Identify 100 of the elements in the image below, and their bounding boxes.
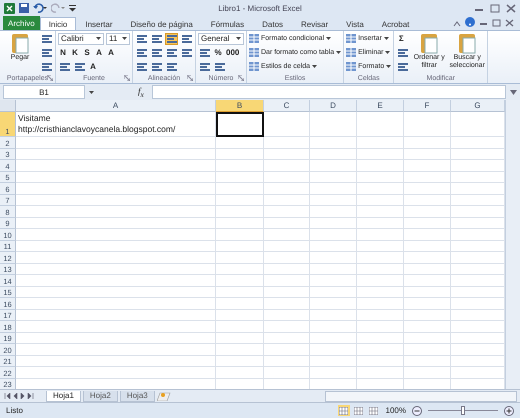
zoom-out-icon[interactable] bbox=[412, 406, 422, 416]
table-cell[interactable] bbox=[16, 332, 216, 344]
table-cell[interactable] bbox=[357, 310, 404, 321]
table-cell[interactable] bbox=[216, 286, 264, 298]
tool-button[interactable] bbox=[165, 32, 178, 44]
table-cell[interactable] bbox=[264, 206, 310, 218]
launcher-icon[interactable] bbox=[238, 75, 244, 81]
format-button[interactable]: 000 bbox=[225, 46, 240, 58]
table-cell[interactable] bbox=[404, 112, 451, 137]
table-cell[interactable] bbox=[451, 252, 505, 264]
active-cell[interactable] bbox=[216, 112, 264, 137]
table-cell[interactable] bbox=[16, 344, 216, 356]
table-cell[interactable] bbox=[16, 240, 216, 252]
launcher-icon[interactable] bbox=[187, 75, 193, 81]
view-button[interactable] bbox=[352, 405, 365, 416]
table-cell[interactable] bbox=[264, 286, 310, 298]
table-cell[interactable] bbox=[357, 183, 404, 194]
table-cell[interactable] bbox=[310, 240, 357, 252]
table-cell[interactable] bbox=[451, 264, 505, 275]
table-cell[interactable] bbox=[216, 194, 264, 206]
table-cell[interactable] bbox=[16, 252, 216, 264]
format-button[interactable]: A bbox=[106, 46, 116, 58]
table-cell[interactable] bbox=[216, 218, 264, 229]
table-cell[interactable] bbox=[16, 206, 216, 218]
ribbon-tab[interactable]: Acrobat bbox=[372, 17, 418, 30]
table-cell[interactable] bbox=[264, 240, 310, 252]
table-cell[interactable] bbox=[451, 298, 505, 310]
table-cell[interactable] bbox=[216, 356, 264, 367]
table-cell[interactable] bbox=[216, 229, 264, 240]
table-cell[interactable] bbox=[16, 367, 216, 378]
table-cell[interactable] bbox=[216, 206, 264, 218]
dropdown-field[interactable]: Calibri bbox=[58, 32, 104, 44]
table-cell[interactable] bbox=[16, 160, 216, 172]
table-cell[interactable] bbox=[16, 229, 216, 240]
table-cell[interactable] bbox=[451, 148, 505, 160]
table-cell[interactable] bbox=[404, 321, 451, 332]
table-cell[interactable] bbox=[357, 298, 404, 310]
table-cell[interactable] bbox=[357, 160, 404, 172]
table-cell[interactable] bbox=[216, 148, 264, 160]
customize-icon[interactable] bbox=[69, 4, 76, 12]
name-box[interactable]: B1 bbox=[3, 85, 85, 99]
dropdown-field[interactable]: General bbox=[198, 32, 244, 44]
table-cell[interactable] bbox=[310, 229, 357, 240]
tool-button[interactable] bbox=[40, 60, 53, 72]
table-cell[interactable] bbox=[357, 275, 404, 286]
table-cell[interactable] bbox=[16, 356, 216, 367]
tool-button[interactable] bbox=[165, 46, 178, 58]
table-cell[interactable] bbox=[404, 356, 451, 367]
table-cell[interactable] bbox=[451, 112, 505, 137]
table-cell[interactable] bbox=[357, 206, 404, 218]
table-cell[interactable] bbox=[264, 344, 310, 356]
table-cell[interactable] bbox=[357, 240, 404, 252]
launcher-icon[interactable] bbox=[124, 75, 130, 81]
table-cell[interactable] bbox=[357, 137, 404, 148]
table-cell[interactable] bbox=[310, 218, 357, 229]
table-cell[interactable] bbox=[216, 332, 264, 344]
table-cell[interactable] bbox=[264, 229, 310, 240]
vertical-scrollbar[interactable] bbox=[505, 100, 520, 389]
table-cell[interactable] bbox=[404, 332, 451, 344]
format-button[interactable]: S bbox=[82, 46, 92, 58]
table-cell[interactable] bbox=[451, 367, 505, 378]
table-cell[interactable] bbox=[357, 264, 404, 275]
table-cell[interactable] bbox=[451, 332, 505, 344]
table-cell[interactable] bbox=[264, 321, 310, 332]
ribbon-tab[interactable]: Diseño de página bbox=[122, 17, 202, 30]
table-cell[interactable] bbox=[310, 378, 357, 389]
zoom-level[interactable]: 100% bbox=[386, 406, 406, 415]
table-cell[interactable] bbox=[310, 275, 357, 286]
table-cell[interactable] bbox=[16, 310, 216, 321]
caret-icon[interactable] bbox=[453, 21, 461, 27]
table-cell[interactable] bbox=[451, 137, 505, 148]
table-cell[interactable] bbox=[16, 148, 216, 160]
table-cell[interactable] bbox=[357, 218, 404, 229]
table-cell[interactable] bbox=[216, 321, 264, 332]
table-cell[interactable] bbox=[264, 183, 310, 194]
table-cell[interactable] bbox=[16, 286, 216, 298]
table-cell[interactable]: Visitame http://cristhianclavoycanela.blogspot.com/ bbox=[16, 112, 216, 137]
table-cell[interactable] bbox=[310, 148, 357, 160]
table-cell[interactable] bbox=[357, 378, 404, 389]
table-cell[interactable] bbox=[264, 148, 310, 160]
table-cell[interactable] bbox=[451, 240, 505, 252]
table-cell[interactable] bbox=[264, 160, 310, 172]
table-cell[interactable] bbox=[310, 310, 357, 321]
tool-button[interactable] bbox=[396, 46, 410, 58]
ribbon-tab[interactable]: Fórmulas bbox=[202, 17, 254, 30]
sheet-tab[interactable]: Hoja1 bbox=[46, 390, 81, 402]
ribbon-tab[interactable]: Revisar bbox=[292, 17, 338, 30]
table-cell[interactable] bbox=[264, 194, 310, 206]
table-cell[interactable] bbox=[16, 172, 216, 183]
tool-button[interactable] bbox=[135, 46, 148, 58]
column-header[interactable]: D bbox=[310, 100, 357, 112]
tool-button[interactable] bbox=[165, 60, 178, 72]
tool-button[interactable] bbox=[150, 60, 163, 72]
table-cell[interactable] bbox=[451, 321, 505, 332]
table-cell[interactable] bbox=[404, 344, 451, 356]
format-button[interactable]: N bbox=[58, 46, 68, 58]
table-cell[interactable] bbox=[216, 160, 264, 172]
ribbon-tab[interactable]: Vista bbox=[337, 17, 373, 30]
table-cell[interactable] bbox=[310, 183, 357, 194]
table-cell[interactable] bbox=[16, 378, 216, 389]
